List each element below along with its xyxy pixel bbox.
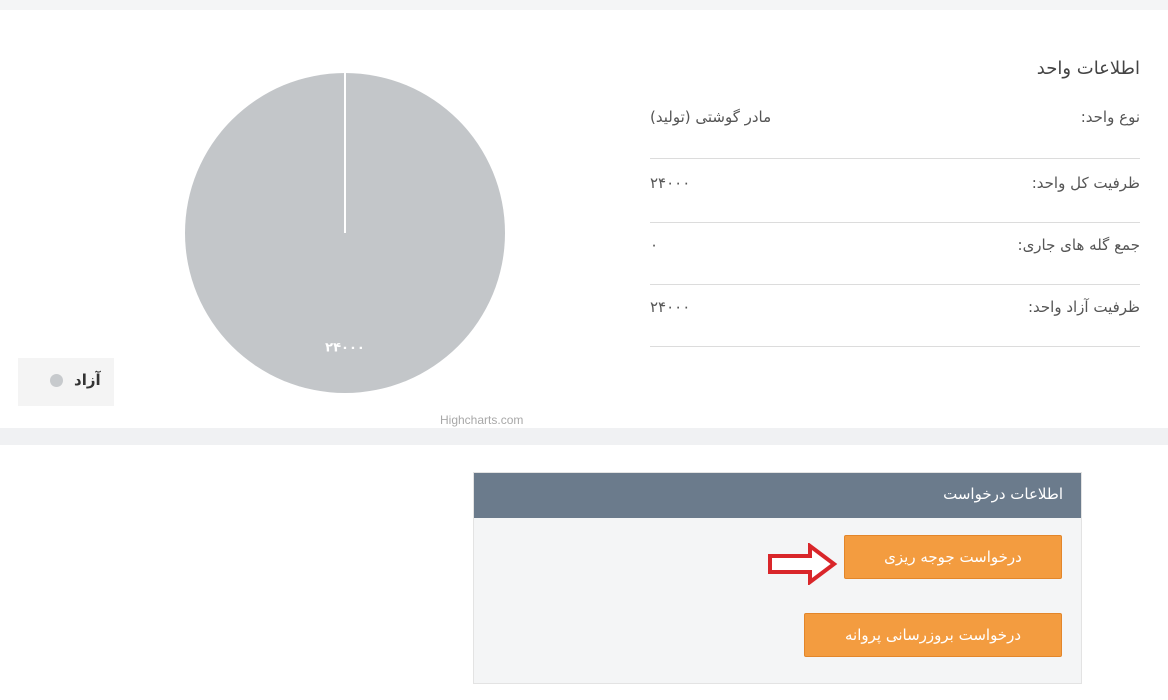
row-current-flocks: جمع گله های جاری: ۰ bbox=[650, 236, 1140, 285]
unit-type-label: نوع واحد: bbox=[1080, 108, 1140, 126]
legend-dot-icon bbox=[50, 374, 63, 387]
total-capacity-label: ظرفیت کل واحد: bbox=[1031, 174, 1140, 192]
row-unit-type: نوع واحد: مادر گوشتی (تولید) bbox=[650, 108, 1140, 148]
unit-info-card: ۲۴۰۰۰ آزاد Highcharts.com اطلاعات واحد ن… bbox=[0, 10, 1168, 428]
unit-type-value: مادر گوشتی (تولید) bbox=[650, 108, 772, 126]
row-free-capacity: ظرفیت آزاد واحد: ۲۴۰۰۰ bbox=[650, 298, 1140, 347]
arrow-right-icon bbox=[768, 543, 838, 585]
free-capacity-label: ظرفیت آزاد واحد: bbox=[1027, 298, 1140, 316]
pie-svg: ۲۴۰۰۰ bbox=[185, 73, 505, 393]
request-panel-title: اطلاعات درخواست bbox=[943, 485, 1063, 503]
free-capacity-value: ۲۴۰۰۰ bbox=[650, 298, 691, 316]
hatch-request-button[interactable]: درخواست جوجه ریزی bbox=[844, 535, 1062, 579]
request-panel-header: اطلاعات درخواست bbox=[474, 473, 1081, 518]
pie-data-label: ۲۴۰۰۰ bbox=[325, 340, 365, 355]
unit-info: اطلاعات واحد نوع واحد: مادر گوشتی (تولید… bbox=[650, 48, 1140, 348]
license-update-request-button[interactable]: درخواست بروزرسانی پروانه bbox=[804, 613, 1062, 657]
legend-label: آزاد bbox=[74, 371, 101, 389]
chart-legend[interactable]: آزاد bbox=[18, 358, 114, 406]
top-strip bbox=[0, 0, 1168, 10]
current-flocks-label: جمع گله های جاری: bbox=[1017, 236, 1140, 254]
row-total-capacity: ظرفیت کل واحد: ۲۴۰۰۰ bbox=[650, 174, 1140, 223]
pie-chart: ۲۴۰۰۰ bbox=[180, 68, 510, 398]
total-capacity-value: ۲۴۰۰۰ bbox=[650, 174, 691, 192]
divider-1 bbox=[650, 148, 1140, 159]
highcharts-credits[interactable]: Highcharts.com bbox=[440, 413, 523, 427]
unit-info-title: اطلاعات واحد bbox=[1036, 58, 1140, 79]
current-flocks-value: ۰ bbox=[650, 236, 659, 254]
